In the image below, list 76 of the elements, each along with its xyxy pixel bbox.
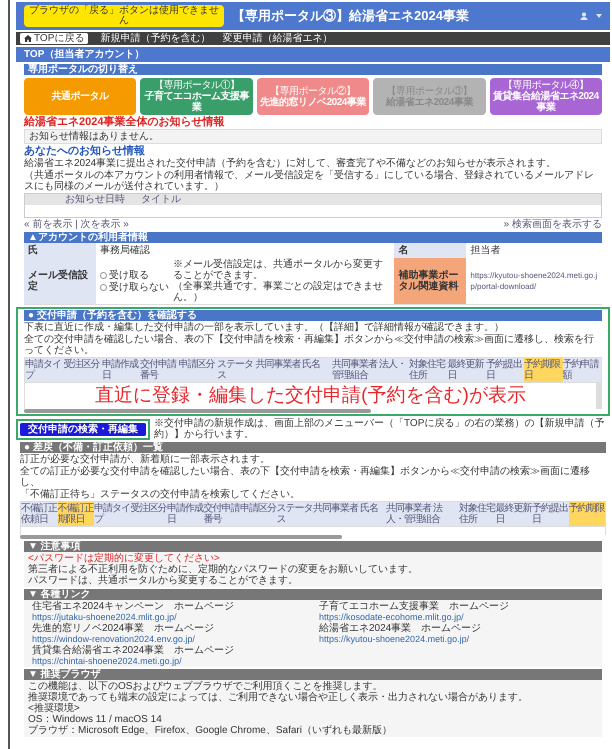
section-header: ● 差戻（不備・訂正依頼）一覧 — [20, 442, 606, 453]
description-text: 給湯省エネ2024事業に提出された交付申請（予約を含む）に対して、審査完了や不備などのお知らせが表示されます。 — [24, 158, 558, 169]
section-header: ▼ 各種リンク — [24, 589, 602, 600]
column-header: 予約提出日 — [532, 502, 568, 526]
link-title: 住宅省エネ2024キャンペーン ホームページ — [32, 601, 236, 612]
column-header: 不備訂正依頼日 — [21, 502, 58, 526]
column-header: 交付申請番号 — [204, 502, 240, 526]
description-text: 全ての訂正が必要な交付申請を確認したい場合、表の下【交付申請を検索・再編集】ボタンから≪交付申請の検索≫画面に遷移し、 — [20, 466, 591, 488]
search-link[interactable]: » 検索画面を表示する — [504, 219, 602, 230]
link-title: 賃貸集合給湯省エネ2024事業 ホームページ — [32, 645, 236, 656]
document-link[interactable]: https://kyutou-shoene2024.meti.go.jp/portal-download/ — [466, 258, 602, 304]
column-header: タイトル — [141, 194, 182, 205]
column-header: 予約期限日 — [524, 358, 563, 382]
info-text: OS：Windows 11 / macOS 14 — [28, 714, 163, 725]
notice-heading: 給湯省エネ2024事業全体のお知らせ情報 — [24, 117, 226, 128]
description-text: 下表に直近に作成・編集した交付申請の一部を表示しています。（【詳細】で詳細情報が確認できます。） — [24, 322, 505, 333]
column-header: 申請タイプ — [94, 502, 130, 526]
section-header: ▼ 推奨ブラウザ — [24, 669, 602, 680]
section-header: ▼ 注意事項 — [24, 541, 602, 552]
field-value: 担当者 — [469, 244, 502, 258]
field-label: メール受信設定 — [24, 258, 96, 304]
info-text: ブラウザ：Microsoft Edge、Firefox、Google Chrome、Safari（いずれも最新版） — [28, 725, 393, 736]
description-text: 訂正が必要な交付申請が、新着順に一部表示されます。 — [20, 454, 271, 465]
section-header: 専用ポータルの切り替え — [24, 64, 602, 75]
description-text: 全ての交付申請を確認したい場合、表の下【交付申請を検索・再編集】ボタンから≪交付申請の検索≫画面に遷移し、検索を行ってください。 — [24, 334, 595, 356]
caret-icon[interactable] — [596, 14, 602, 18]
column-header: お知らせ日時 — [65, 194, 125, 205]
note-text: ※交付申請の新規作成は、画面上部のメニューバー（「TOPに戻る」の右の業務）の【新規申請（予約）】から行います。 — [154, 418, 606, 440]
top-button[interactable]: TOPに戻る — [20, 33, 88, 44]
column-header: 申請タイプ — [25, 358, 64, 382]
info-text: 推奨環境であっても端末の設定によっては、ご利用できない場合や正しく表示・出力されない場合があります。 — [28, 692, 529, 703]
menu-link[interactable]: 新規申請（予約を含む） — [100, 33, 210, 44]
notice-heading: あなたへのお知らせ情報 — [24, 146, 146, 157]
link-title: 子育てエコホーム支援事業 ホームページ — [319, 601, 510, 612]
warning-text: <パスワードは定期的に変更してください> — [28, 553, 221, 564]
homepage-link[interactable]: https://chintai-shoene2024.meti.go.jp/ — [32, 656, 307, 666]
homepage-link[interactable]: https://jutaku-shoene2024.mlit.go.jp/ — [32, 612, 307, 622]
column-header: 最終更新日 — [447, 358, 486, 382]
field-value: 事務局確認 — [99, 244, 151, 258]
warning-badge: ブラウザの「戻る」ボタンは使用できません — [24, 5, 224, 27]
column-header: 交付申請番号 — [140, 358, 179, 382]
info-text: <推奨環境> — [28, 703, 81, 714]
note-text: ※メール受信設定は、共通ポータルから変更することができます。 — [173, 259, 384, 281]
menu-link[interactable]: 変更申請（給湯省エネ） — [222, 33, 332, 44]
portal-button[interactable]: 【専用ポータル④】 賃貸集合給湯省エネ2024事業 — [490, 78, 602, 115]
empty-message: お知らせ情報はありません。 — [24, 129, 602, 144]
radio-option[interactable]: 受け取る — [100, 270, 169, 280]
caution-text: 第三者による不正利用を防ぐために、定期的なパスワードの変更をお願いしています。 — [28, 564, 419, 575]
section-header: ▲アカウントの利用者情報 — [24, 232, 602, 243]
page-title-bar: TOP（担当者アカウント） — [16, 47, 610, 62]
info-text: この機能は、以下のOSおよびウェブブラウザでご利用頂くことを推奨します。 — [28, 681, 384, 692]
pager-link[interactable]: « 前を表示 | 次を表示 » — [24, 219, 129, 230]
column-header: 対象住宅住所 — [409, 358, 448, 382]
caution-text: パスワードは、共通ポータルから変更することができます。 — [28, 575, 299, 586]
column-header: 予約提出日 — [486, 358, 524, 382]
homepage-link[interactable]: https://kosodate-ecohome.mlit.go.jp/ — [319, 612, 594, 622]
column-header: 対象住宅住所 — [459, 502, 496, 526]
search-edit-button[interactable]: 交付申請の検索・再編集 — [20, 422, 146, 436]
field-label: 補助事業ポータル関連資料 — [394, 258, 466, 304]
note-text: （全事業共通です。事業ごとの設定はできません。） — [173, 281, 384, 303]
radio-option[interactable]: 受け取らない — [100, 282, 169, 292]
column-header: 申請作成日 — [167, 502, 204, 526]
description-text: （共通ポータルの本アカウントの利用者情報で、メール受信設定を「受信する」にしている場合、登録されているメールアドレスにも同様のメールが送付されています。） — [24, 170, 595, 192]
field-label: 名 — [394, 243, 466, 258]
link-title: 給湯省エネ2024事業 ホームページ — [319, 623, 482, 634]
homepage-link[interactable]: https://kyutou-shoene2024.meti.go.jp/ — [319, 634, 594, 644]
section-header: ● 交付申請（予約を含む）を確認する — [24, 310, 602, 321]
link-title: 先進的窓リノベ2024事業 ホームページ — [32, 623, 216, 634]
description-text: 「不備訂正待ち」ステータスの交付申請を検索してください。 — [20, 489, 301, 500]
home-icon — [24, 35, 32, 42]
homepage-link[interactable]: https://window-renovation2024.env.go.jp/ — [32, 634, 307, 644]
user-icon[interactable] — [580, 12, 588, 20]
column-header: 最終更新日 — [496, 502, 532, 526]
column-header: 申請作成日 — [102, 358, 140, 382]
field-label: 氏 — [24, 243, 96, 258]
portal-title: 【専用ポータル③】給湯省エネ2024事業 — [232, 9, 470, 23]
